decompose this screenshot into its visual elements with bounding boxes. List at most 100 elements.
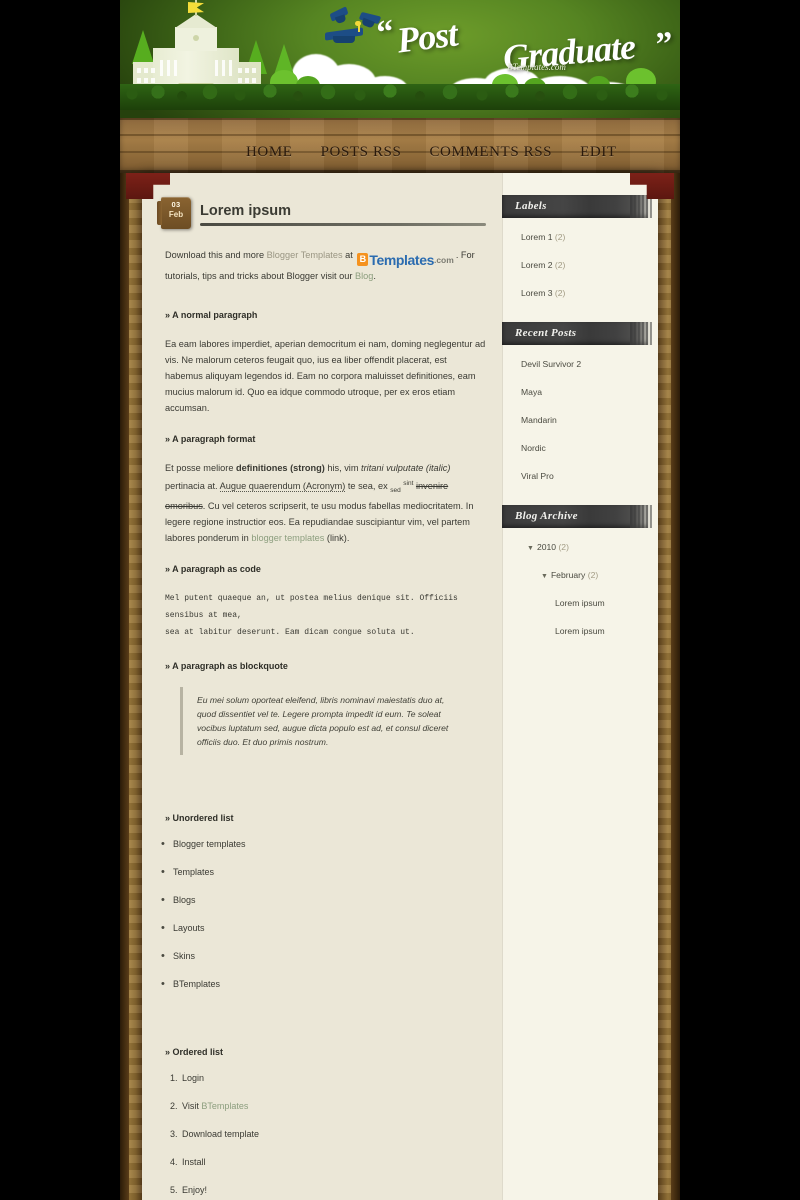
- widget-title-bar: Blog Archive: [502, 505, 652, 528]
- widget-title: Recent Posts: [515, 327, 577, 339]
- post-header: 03 Feb Lorem ipsum: [157, 195, 486, 239]
- widget-link-label: Viral Pro: [521, 471, 554, 481]
- fmt-t2: his, vim: [324, 462, 362, 473]
- post-date-badge: 03 Feb: [157, 197, 191, 229]
- format-paragraph: Et posse meliore definitiones (strong) h…: [165, 460, 486, 547]
- archive-link-level-2[interactable]: ▼ February (2): [541, 570, 658, 580]
- widget-title: Blog Archive: [515, 510, 578, 522]
- blog-subtitle: BTemplates.com: [507, 62, 566, 72]
- widget-link[interactable]: Lorem 3 (2): [521, 288, 658, 298]
- frame-shadow-left: [120, 173, 129, 1200]
- site-header: “ Post Graduate ” BTemplates.com: [120, 0, 680, 118]
- post-date-month: Feb: [168, 210, 184, 219]
- main-column: 03 Feb Lorem ipsum Download this and mor…: [142, 173, 502, 1200]
- list-item: Install: [180, 1157, 486, 1167]
- list-item: Blogger templates: [161, 838, 486, 850]
- widget-link-count: (2): [552, 288, 566, 298]
- archive-link-count: (2): [585, 570, 599, 580]
- widget-link[interactable]: Devil Survivor 2: [521, 359, 658, 369]
- post-title-rule: [200, 223, 486, 226]
- list-item: Login: [180, 1073, 486, 1083]
- widget-link[interactable]: Lorem 2 (2): [521, 260, 658, 270]
- quote-close: ”: [654, 25, 675, 64]
- nav-item-posts-rss[interactable]: POSTS RSS: [321, 144, 402, 161]
- list-item-text: Download template: [182, 1129, 260, 1140]
- content-area: 03 Feb Lorem ipsum Download this and mor…: [142, 173, 658, 1200]
- graduation-cap-icon: [329, 6, 349, 25]
- widget-blog-archive: Blog Archive ▼ 2010 (2) ▼ February (2) Lorem …: [502, 505, 658, 636]
- section-heading-unordered: » Unordered list: [165, 813, 234, 824]
- list-item: Templates: [161, 866, 486, 878]
- frame-shadow-right: [671, 173, 680, 1200]
- list-item-text: Visit: [182, 1101, 202, 1112]
- hedge-decoration: [120, 84, 680, 110]
- nav-item-home[interactable]: HOME: [246, 144, 293, 161]
- superscript-text: sint: [403, 479, 414, 487]
- nav-item-comments-rss[interactable]: COMMENTS RSS: [429, 144, 552, 161]
- widget-link[interactable]: Maya: [521, 387, 658, 397]
- archive-link-level-3[interactable]: Lorem ipsum: [555, 598, 658, 608]
- blockquote-paragraph: Eu mei solum oporteat eleifend, libris n…: [180, 687, 452, 756]
- widget-link[interactable]: Viral Pro: [521, 471, 658, 481]
- list-item: Download template: [180, 1129, 486, 1139]
- sidebar: Labels Lorem 1 (2) Lorem 2 (2) Lorem 3 (2) R…: [502, 173, 658, 1200]
- widget-link-label: Lorem 3: [521, 288, 553, 298]
- section-heading-ordered: » Ordered list: [165, 1047, 224, 1058]
- italic-text: tritani vulputate (italic): [361, 462, 451, 473]
- fmt-t1: Et posse meliore: [165, 462, 236, 473]
- btemplates-logo-text: Templates: [369, 251, 434, 268]
- post-body: Download this and more Blogger Templates…: [158, 239, 486, 1200]
- inline-link[interactable]: blogger templates: [251, 533, 324, 543]
- code-paragraph: Mel putent quaeque an, ut postea melius …: [165, 594, 458, 638]
- post-title[interactable]: Lorem ipsum: [200, 203, 291, 219]
- blogger-templates-link[interactable]: Blogger Templates: [267, 250, 343, 260]
- widget-link-label: Lorem 1: [521, 232, 553, 242]
- acronym-text: Augue quaerendum (Acronym): [219, 480, 346, 492]
- page-root: “ Post Graduate ” BTemplates.com HOME POS…: [0, 0, 800, 1200]
- blog-title: “ Post Graduate ” BTemplates.com: [375, 12, 675, 78]
- archive-link-label: February: [550, 570, 586, 580]
- list-item: Layouts: [161, 922, 486, 934]
- chevron-down-icon[interactable]: ▼: [541, 573, 548, 580]
- archive-link-label: Lorem ipsum: [555, 598, 605, 608]
- body-frame: 03 Feb Lorem ipsum Download this and mor…: [120, 173, 680, 1200]
- blog-post: 03 Feb Lorem ipsum Download this and mor…: [157, 195, 486, 1200]
- post-date-day: 03: [171, 200, 181, 209]
- widget-link[interactable]: Lorem 1 (2): [521, 232, 658, 242]
- widget-link-count: (2): [552, 260, 566, 270]
- section-heading-normal: » A normal paragraph: [165, 309, 258, 320]
- widget-link[interactable]: Mandarin: [521, 415, 658, 425]
- blog-title-part1: Post: [394, 13, 460, 61]
- site-container: “ Post Graduate ” BTemplates.com HOME POS…: [120, 0, 680, 1200]
- btemplates-logo[interactable]: B Templates .com: [357, 251, 454, 268]
- tree-icon: [132, 30, 154, 64]
- intro-text-mid: at: [342, 250, 356, 260]
- blog-link[interactable]: Blog: [355, 271, 373, 281]
- fmt-t4: te sea, ex: [345, 480, 391, 491]
- widget-link-count: (2): [552, 232, 566, 242]
- archive-link-level-3[interactable]: Lorem ipsum: [555, 626, 658, 636]
- chevron-down-icon[interactable]: ▼: [527, 545, 534, 552]
- widget-link[interactable]: Nordic: [521, 443, 658, 453]
- nav-item-edit[interactable]: EDIT: [580, 144, 617, 161]
- strong-text: definitiones (strong): [235, 462, 325, 473]
- unordered-list: Blogger templates Templates Blogs Layouts Sk…: [161, 838, 486, 990]
- list-item-link[interactable]: BTemplates: [201, 1101, 248, 1111]
- intro-text-pre: Download this and more: [165, 250, 267, 260]
- widget-link-label: Lorem 2: [521, 260, 553, 270]
- widget-body: ▼ 2010 (2) ▼ February (2) Lorem ipsum Lorem i…: [503, 528, 658, 636]
- list-item: Visit BTemplates: [180, 1101, 486, 1111]
- graduation-cap-icon: [325, 21, 363, 43]
- list-item: BTemplates: [161, 978, 486, 990]
- widget-link-label: Maya: [521, 387, 543, 397]
- widget-link-label: Nordic: [521, 443, 546, 453]
- section-heading-format: » A paragraph format: [165, 433, 256, 444]
- navigation-bar: HOME POSTS RSS COMMENTS RSS EDIT: [120, 118, 680, 173]
- list-item: Skins: [161, 950, 486, 962]
- ordered-list: Login Visit BTemplates Download template In…: [180, 1073, 486, 1195]
- archive-link-label: 2010: [536, 542, 557, 552]
- widget-title-bar: Recent Posts: [502, 322, 652, 345]
- intro-text-end: .: [373, 270, 376, 281]
- archive-link-level-1[interactable]: ▼ 2010 (2): [527, 542, 658, 552]
- archive-link-label: Lorem ipsum: [555, 626, 605, 636]
